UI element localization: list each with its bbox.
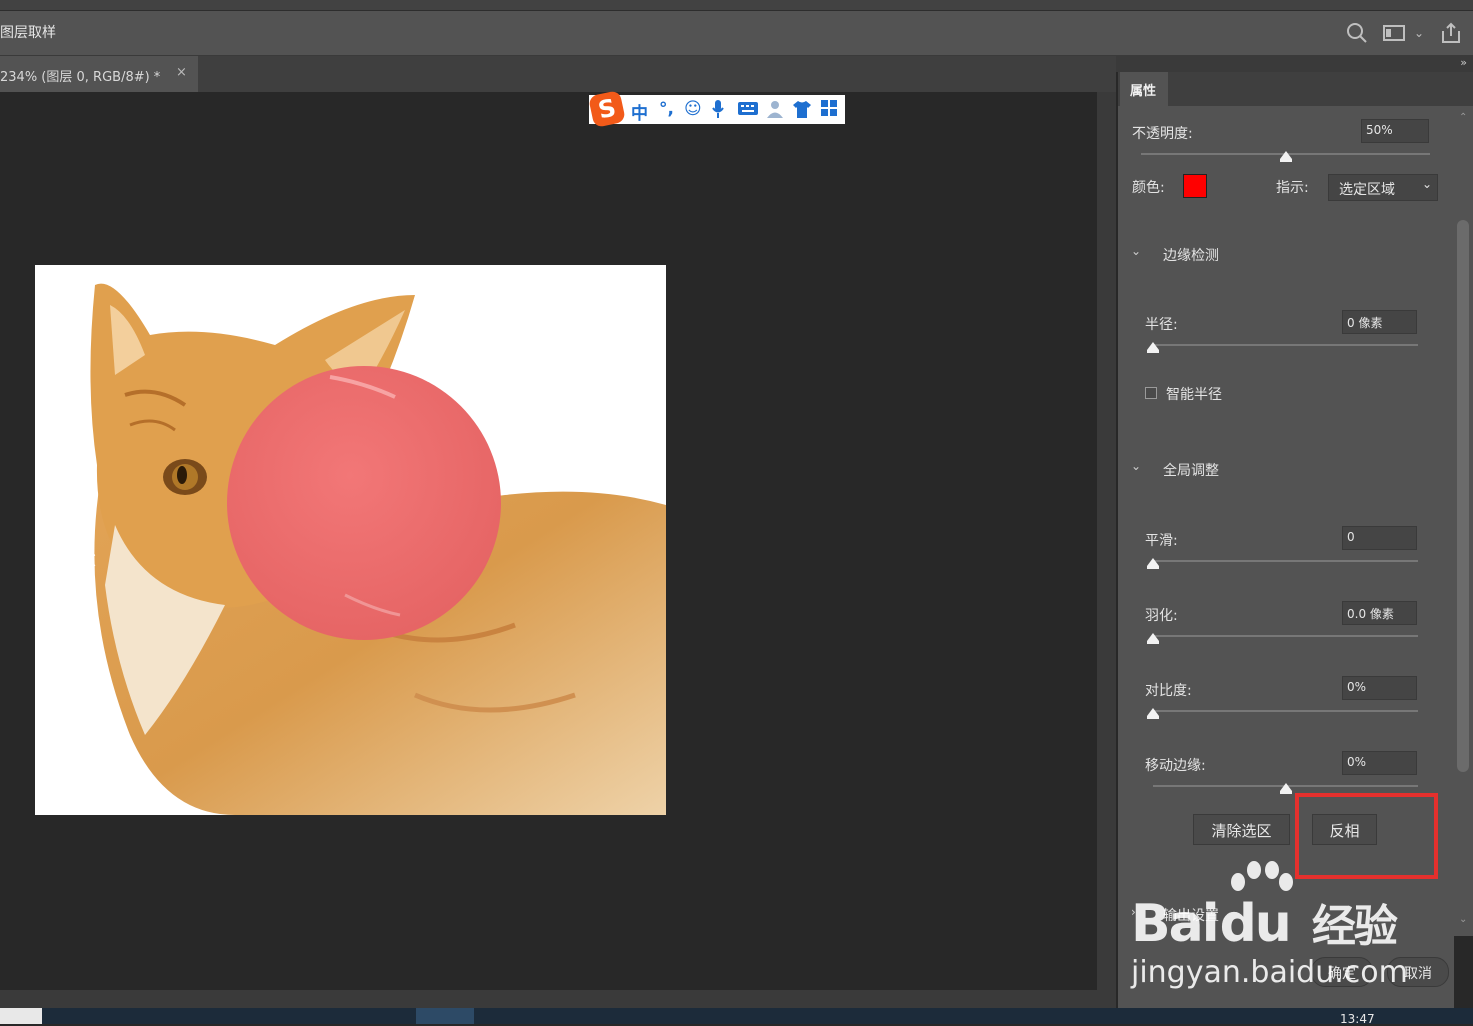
chevron-down-icon[interactable]: ⌄ bbox=[1131, 459, 1141, 473]
panel-tab-bar bbox=[1118, 72, 1473, 106]
color-swatch[interactable] bbox=[1183, 174, 1207, 198]
ime-emoji-icon[interactable]: ☺ bbox=[684, 99, 702, 119]
feather-slider-track[interactable] bbox=[1153, 635, 1418, 637]
taskbar-app-photoshop[interactable] bbox=[416, 1008, 474, 1024]
contrast-slider-track[interactable] bbox=[1153, 710, 1418, 712]
canvas-vertical-scrollbar[interactable] bbox=[1097, 92, 1116, 990]
opacity-slider-handle[interactable] bbox=[1279, 151, 1292, 162]
indicate-select[interactable]: 选定区域 ⌄ bbox=[1328, 174, 1438, 201]
close-icon[interactable]: × bbox=[176, 65, 187, 80]
watermark-url: jingyan.baidu.com bbox=[1131, 955, 1408, 990]
share-icon[interactable] bbox=[1440, 22, 1462, 49]
feather-label: 羽化: bbox=[1145, 608, 1178, 624]
options-bar: 图层取样 ⌄ bbox=[0, 11, 1473, 56]
document-tab[interactable]: 234% (图层 0, RGB/8#) * × bbox=[0, 56, 198, 92]
indicate-label: 指示: bbox=[1276, 180, 1309, 196]
document-tab-title: 234% (图层 0, RGB/8#) * bbox=[0, 70, 161, 85]
contrast-field[interactable]: 0% bbox=[1342, 676, 1417, 700]
smooth-field[interactable]: 0 bbox=[1342, 526, 1417, 550]
contrast-label: 对比度: bbox=[1145, 683, 1192, 699]
radius-slider-handle[interactable] bbox=[1147, 342, 1159, 353]
radius-label: 半径: bbox=[1145, 317, 1178, 333]
panel-scrollbar[interactable]: ⌃ ⌄ bbox=[1454, 106, 1473, 936]
shift-edge-label: 移动边缘: bbox=[1145, 758, 1206, 774]
ime-punctuation-icon[interactable]: °, bbox=[659, 99, 674, 119]
canvas-horizontal-scrollbar[interactable] bbox=[0, 990, 1116, 1008]
taskbar: 13:47 bbox=[0, 1008, 1473, 1026]
microphone-icon[interactable] bbox=[711, 99, 725, 123]
chevron-down-icon[interactable]: ⌄ bbox=[1131, 244, 1141, 258]
ime-toolbar[interactable]: S 中 °, ☺ bbox=[588, 90, 845, 128]
watermark-logo: Bai du 经验 bbox=[1131, 861, 1398, 954]
chevron-up-icon[interactable]: ⌃ bbox=[1459, 112, 1467, 123]
start-button[interactable] bbox=[0, 1008, 42, 1024]
tab-properties[interactable]: 属性 bbox=[1120, 72, 1168, 106]
sogou-logo[interactable]: S bbox=[588, 90, 626, 128]
smart-radius-label: 智能半径 bbox=[1166, 387, 1222, 403]
cat-photo bbox=[35, 283, 666, 815]
tab-properties-label: 属性 bbox=[1130, 84, 1157, 99]
overlay-circle bbox=[227, 366, 501, 640]
skin-shirt-icon[interactable] bbox=[792, 99, 812, 124]
contrast-slider-handle[interactable] bbox=[1147, 708, 1159, 719]
watermark-brand: Bai bbox=[1131, 894, 1220, 954]
panel-scrollbar-thumb[interactable] bbox=[1457, 220, 1469, 772]
feather-slider-handle[interactable] bbox=[1147, 633, 1159, 644]
search-icon[interactable] bbox=[1346, 22, 1368, 49]
highlight-box bbox=[1295, 793, 1438, 879]
chevron-down-icon[interactable]: ⌄ bbox=[1414, 26, 1424, 40]
workspace-icon[interactable] bbox=[1382, 22, 1406, 49]
smart-radius-checkbox[interactable] bbox=[1145, 387, 1157, 399]
radius-slider-track[interactable] bbox=[1153, 344, 1418, 346]
feather-field[interactable]: 0.0 像素 bbox=[1342, 601, 1417, 625]
panel-dock-header: » bbox=[1116, 56, 1473, 72]
smooth-label: 平滑: bbox=[1145, 533, 1178, 549]
chevron-down-icon[interactable]: ⌄ bbox=[1459, 914, 1467, 925]
shift-edge-slider-handle[interactable] bbox=[1279, 783, 1292, 794]
menu-bar bbox=[0, 0, 1473, 11]
shift-edge-field[interactable]: 0% bbox=[1342, 751, 1417, 775]
color-label: 颜色: bbox=[1132, 180, 1165, 196]
collapse-panels-icon[interactable]: » bbox=[1460, 56, 1467, 69]
tool-name: 图层取样 bbox=[0, 25, 56, 41]
chevron-down-icon: ⌄ bbox=[1421, 177, 1432, 191]
global-refine-title[interactable]: 全局调整 bbox=[1163, 460, 1219, 480]
ime-chinese-mode-icon[interactable]: 中 bbox=[631, 99, 648, 124]
smooth-slider-handle[interactable] bbox=[1147, 558, 1159, 569]
user-icon[interactable] bbox=[766, 99, 784, 124]
keyboard-icon[interactable] bbox=[737, 99, 759, 122]
radius-field[interactable]: 0 像素 bbox=[1342, 310, 1417, 334]
clear-selection-button[interactable]: 清除选区 bbox=[1193, 814, 1290, 845]
toolbox-grid-icon[interactable] bbox=[820, 99, 838, 122]
document-image[interactable] bbox=[35, 265, 666, 815]
edge-detection-title[interactable]: 边缘检测 bbox=[1163, 245, 1219, 265]
opacity-field[interactable]: 50% bbox=[1361, 119, 1429, 143]
smooth-slider-track[interactable] bbox=[1153, 560, 1418, 562]
opacity-label: 不透明度: bbox=[1132, 126, 1193, 142]
indicate-select-value: 选定区域 bbox=[1339, 182, 1395, 198]
watermark-cn: 经验 bbox=[1311, 901, 1398, 952]
